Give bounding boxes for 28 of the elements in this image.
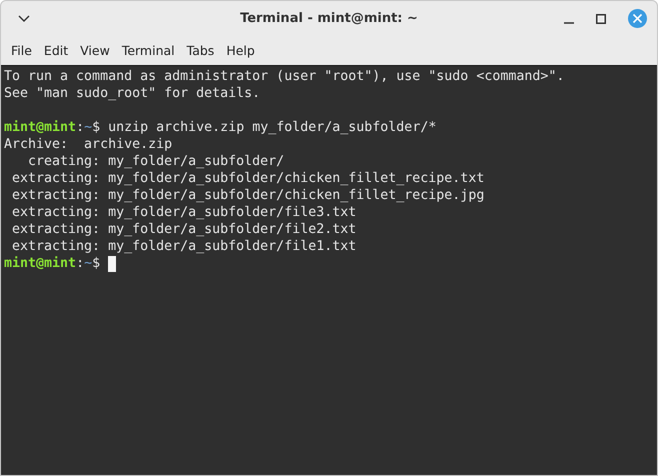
menu-item[interactable]: View (74, 43, 116, 58)
menu-item[interactable]: Edit (38, 43, 74, 58)
close-icon[interactable] (628, 9, 647, 28)
prompt-separator: : (76, 119, 84, 136)
prompt-path: ~ (84, 119, 92, 136)
window-title: Terminal - mint@mint: ~ (240, 11, 418, 26)
menu-item[interactable]: Terminal (116, 43, 181, 58)
output-line: extracting: my_folder/a_subfolder/file3.txt (11, 204, 358, 221)
output-line: extracting: my_folder/a_subfolder/chicken_fillet_recipe.jpg (11, 187, 486, 204)
menu-item[interactable]: Help (220, 43, 261, 58)
output-line: See "man sudo_root" for details. (4, 85, 262, 102)
chevron-down-icon[interactable] (18, 14, 30, 22)
output-line: extracting: my_folder/a_subfolder/file2.txt (11, 221, 358, 238)
command-text: unzip archive.zip my_folder/a_subfolder/* (108, 119, 436, 136)
output-line: To run a command as administrator (user "root"), use "sudo <command>". (4, 68, 566, 85)
output-line: creating: my_folder/a_subfolder/ (27, 153, 286, 170)
menu-item[interactable]: Tabs (180, 43, 220, 58)
output-line: extracting: my_folder/a_subfolder/chicken_fillet_recipe.txt (11, 170, 486, 187)
prompt-separator: : (76, 255, 84, 272)
output-line: Archive: archive.zip (4, 136, 174, 153)
prompt-symbol: $ (92, 255, 100, 272)
output-line: extracting: my_folder/a_subfolder/file1.txt (11, 238, 358, 255)
maximize-icon[interactable] (596, 14, 606, 24)
prompt-path: ~ (84, 255, 92, 272)
prompt-user-host: mint@mint (4, 255, 76, 272)
menu-item[interactable]: File (5, 43, 38, 58)
prompt-symbol: $ (92, 119, 100, 136)
prompt-user-host: mint@mint (4, 119, 76, 136)
